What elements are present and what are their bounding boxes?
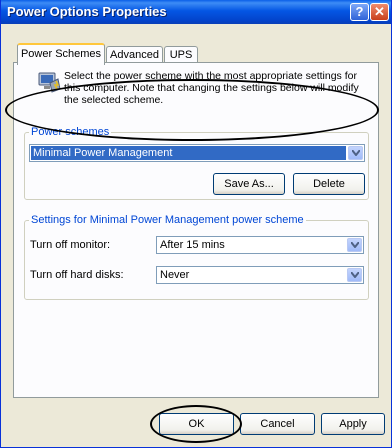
settings-group: Settings for Minimal Power Management po…: [24, 214, 369, 300]
close-icon: ✕: [374, 4, 385, 19]
save-as-button[interactable]: Save As...: [213, 173, 285, 195]
tab-power-schemes-label: Power Schemes: [20, 48, 102, 60]
tab-ups-label: UPS: [169, 49, 193, 61]
chevron-down-icon[interactable]: [347, 238, 362, 252]
title-bar[interactable]: Power Options Properties ? ✕: [1, 0, 391, 24]
tab-advanced[interactable]: Advanced: [106, 46, 163, 63]
ok-button[interactable]: OK: [159, 413, 234, 435]
power-options-icon: [36, 69, 62, 95]
help-icon: ?: [355, 4, 364, 19]
power-schemes-panel: Select the power scheme with the most ap…: [13, 62, 379, 398]
cancel-button[interactable]: Cancel: [240, 413, 315, 435]
monitor-label: Turn off monitor:: [30, 239, 111, 251]
window-title: Power Options Properties: [7, 4, 167, 19]
disks-label: Turn off hard disks:: [30, 269, 124, 281]
tab-power-schemes[interactable]: Power Schemes: [17, 43, 105, 65]
power-options-window: Power Options Properties ? ✕ Power Schem…: [0, 0, 392, 448]
tab-ups[interactable]: UPS: [164, 46, 198, 63]
power-schemes-group-label: Power schemes: [29, 126, 112, 138]
delete-button[interactable]: Delete: [293, 173, 365, 195]
power-scheme-value: Minimal Power Management: [31, 146, 346, 160]
info-text: Select the power scheme with the most ap…: [64, 70, 359, 106]
close-button[interactable]: ✕: [370, 3, 389, 21]
power-scheme-select[interactable]: Minimal Power Management: [29, 144, 365, 162]
chevron-down-icon[interactable]: [347, 268, 362, 282]
apply-button[interactable]: Apply: [321, 413, 385, 435]
settings-group-label: Settings for Minimal Power Management po…: [29, 214, 306, 226]
monitor-timeout-select[interactable]: After 15 mins: [156, 236, 364, 254]
chevron-down-icon[interactable]: [348, 146, 363, 160]
help-button[interactable]: ?: [350, 3, 369, 21]
tab-advanced-label: Advanced: [110, 49, 159, 61]
disks-timeout-select[interactable]: Never: [156, 266, 364, 284]
monitor-timeout-value: After 15 mins: [160, 239, 225, 251]
power-schemes-group: Power schemes Minimal Power Management S…: [24, 126, 369, 200]
disks-timeout-value: Never: [160, 269, 190, 281]
